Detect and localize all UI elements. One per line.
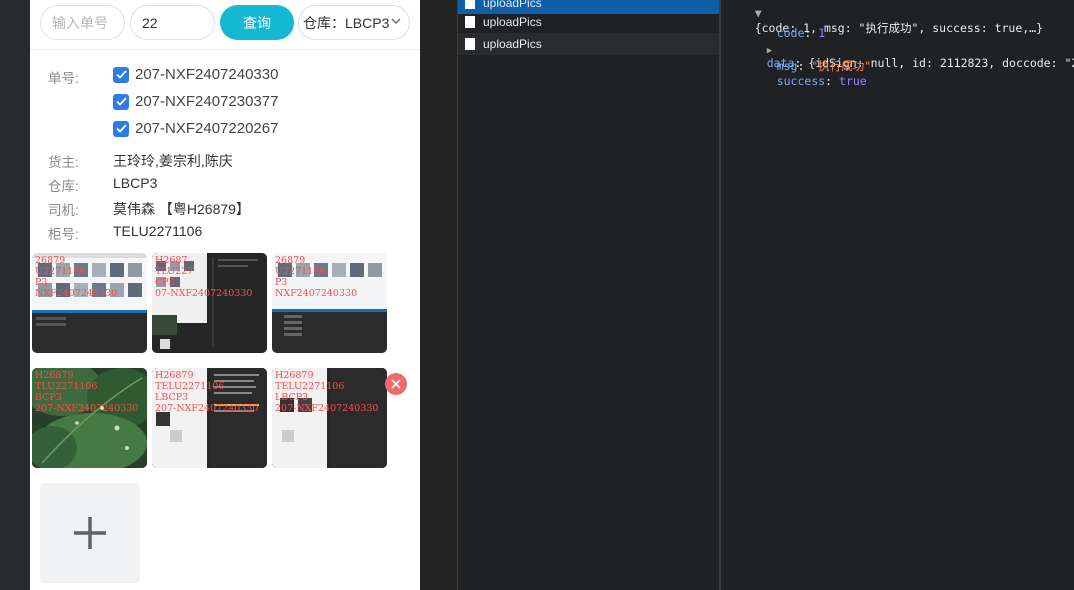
search-bar: 输入单号 22 查询 仓库：LBCP3: [30, 0, 420, 50]
json-value: true: [839, 74, 867, 88]
owner-label: 货主:: [48, 155, 79, 170]
left-gutter: [0, 0, 30, 590]
photo-thumbnail[interactable]: 26879 U2271106 P3 NXF2407240330: [32, 253, 147, 353]
network-request-list: uploadPics uploadPics uploadPics: [457, 0, 720, 590]
photo-thumbnail[interactable]: 26879 U2271106 P3 NXF2407240330: [272, 253, 387, 353]
photo-thumbnail[interactable]: H26879 TELU2271106 LBCP3 207-NXF24072403…: [272, 368, 387, 468]
warehouse-select[interactable]: 仓库：LBCP3: [298, 5, 410, 40]
driver-label: 司机:: [48, 203, 79, 218]
photo-thumbnail[interactable]: H26879 TELU2271106 LBCP3 207-NXF24072403…: [152, 368, 267, 468]
warehouse-select-value: 仓库：LBCP3: [303, 14, 390, 31]
query-button[interactable]: 查询: [220, 5, 294, 40]
network-request-row[interactable]: uploadPics: [458, 11, 720, 33]
photo-watermark: 26879 U2271106 P3 NXF2407240330: [35, 255, 118, 299]
request-name: uploadPics: [483, 37, 542, 51]
owner-value: 王玲玲,姜宗利,陈庆: [113, 153, 233, 169]
remove-photo-button[interactable]: [385, 373, 407, 395]
photo-thumbnail[interactable]: H26879 TLU2271106 BCP3 207-NXF2407240330: [32, 368, 147, 468]
container-value: TELU2271106: [113, 223, 203, 239]
photo-watermark: H2687 TLU227 CP3 07-NXF2407240330: [155, 255, 253, 299]
photo-thumbnail[interactable]: H2687 TLU227 CP3 07-NXF2407240330: [152, 253, 267, 353]
request-name: uploadPics: [483, 15, 542, 29]
checkbox-checked-icon[interactable]: [113, 93, 129, 110]
checkbox-checked-icon[interactable]: [113, 120, 129, 137]
document-icon: [465, 0, 475, 9]
add-photo-button[interactable]: [40, 483, 140, 583]
photo-watermark: H26879 TELU2271106 LBCP3 207-NXF24072403…: [275, 370, 379, 414]
document-icon: [465, 38, 475, 50]
request-name: uploadPics: [483, 0, 542, 10]
mobile-page: 输入单号 22 查询 仓库：LBCP3 单号: 207-NXF240724033…: [30, 0, 420, 590]
order-number: 207-NXF2407230377: [135, 93, 279, 110]
document-icon: [465, 16, 475, 28]
close-icon: [391, 379, 401, 389]
json-key: success: [776, 74, 826, 88]
order-checkbox-row[interactable]: 207-NXF2407230377: [113, 93, 278, 110]
order-checkbox-row[interactable]: 207-NXF2407220267: [113, 120, 278, 137]
checkbox-checked-icon[interactable]: [113, 66, 129, 83]
chevron-down-icon: [391, 18, 401, 24]
response-preview: ▼ {code: 1, msg: "执行成功", success: true,……: [721, 0, 1074, 590]
warehouse-value: LBCP3: [113, 175, 158, 191]
photo-watermark: H26879 TLU2271106 BCP3 207-NXF2407240330: [35, 370, 139, 414]
photo-watermark: 26879 U2271106 P3 NXF2407240330: [275, 255, 358, 299]
order-no-label: 单号:: [48, 71, 79, 86]
panel-gap: [420, 0, 457, 590]
order-number-input[interactable]: 输入单号: [40, 5, 125, 40]
order-number: 207-NXF2407240330: [135, 66, 279, 83]
json-field-success: success: true: [776, 74, 867, 88]
order-number: 207-NXF2407220267: [135, 120, 279, 137]
order-checkbox-row[interactable]: 207-NXF2407240330: [113, 66, 278, 83]
network-request-row[interactable]: uploadPics: [458, 33, 720, 55]
warehouse-label: 仓库:: [48, 179, 79, 194]
container-label: 柜号:: [48, 227, 79, 242]
plus-icon: [74, 517, 106, 549]
driver-value: 莫伟森 【粤H26879】: [113, 201, 250, 217]
quantity-input[interactable]: 22: [130, 5, 215, 40]
photo-watermark: H26879 TELU2271106 LBCP3 207-NXF24072403…: [155, 370, 259, 414]
